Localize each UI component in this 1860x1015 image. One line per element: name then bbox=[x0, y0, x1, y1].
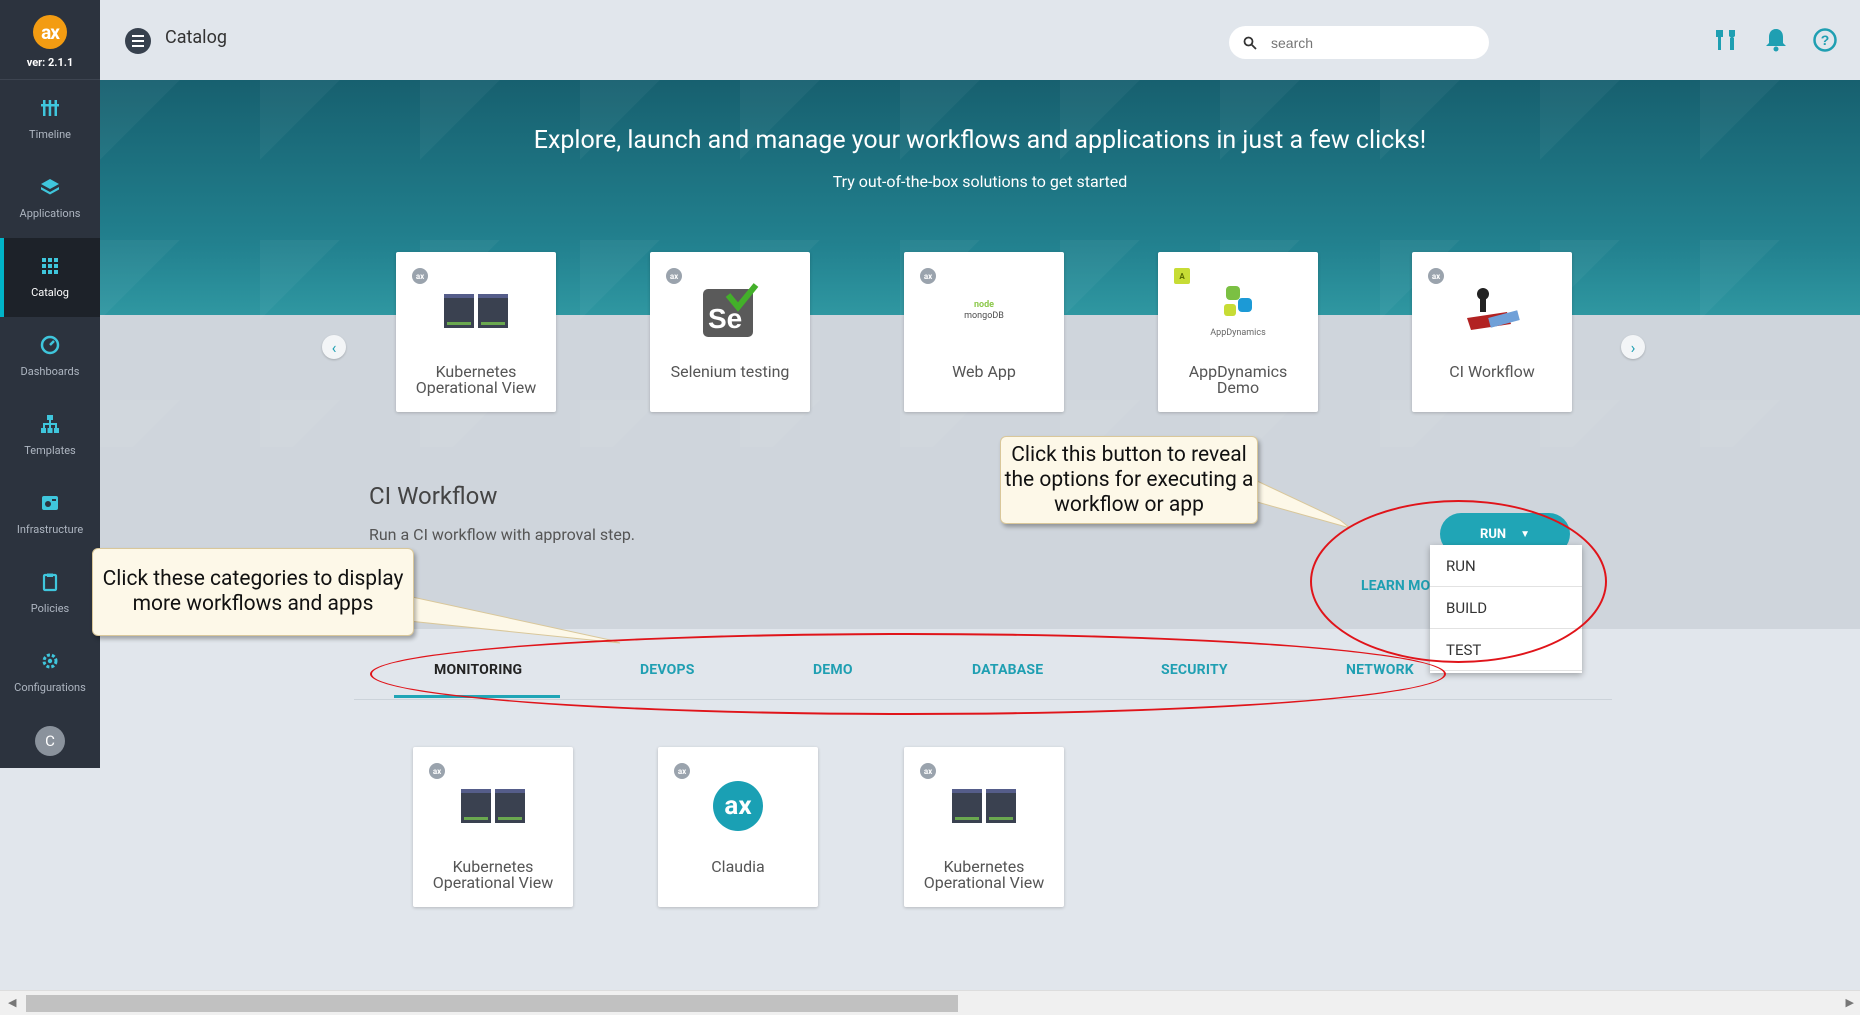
search-input[interactable] bbox=[1269, 33, 1459, 52]
kubernetes-thumbnail bbox=[904, 773, 1064, 838]
search-box[interactable] bbox=[1229, 26, 1489, 59]
chevron-right-icon: › bbox=[1630, 337, 1636, 357]
sidebar-item-label: Templates bbox=[24, 444, 76, 457]
scroll-right-icon[interactable]: ▶ bbox=[1846, 996, 1854, 1009]
appdynamics-logo-text: AppDynamics bbox=[1210, 327, 1266, 338]
run-highlight-ellipse bbox=[1310, 500, 1607, 663]
catalog-icon bbox=[42, 258, 58, 274]
sidebar-item-applications[interactable]: Applications bbox=[0, 159, 100, 238]
card-label: AppDynamics Demo bbox=[1188, 362, 1288, 397]
claudia-logo: ax bbox=[658, 773, 818, 838]
infrastructure-icon bbox=[42, 496, 58, 510]
catalog-card-appdynamics[interactable]: A AppDynamics AppDynamics Demo bbox=[1158, 252, 1318, 412]
page-title: Catalog bbox=[165, 27, 227, 48]
chevron-left-icon: ‹ bbox=[331, 337, 337, 357]
catalog-card-ci-workflow[interactable]: ax CI Workflow bbox=[1412, 252, 1572, 412]
sidebar-item-label: Infrastructure bbox=[16, 523, 84, 536]
configurations-icon bbox=[42, 653, 58, 669]
applications-icon bbox=[41, 179, 59, 195]
categories-callout: Click these categories to display more w… bbox=[92, 548, 414, 636]
sidebar-item-label: Applications bbox=[19, 207, 81, 220]
sidebar: ax ver: 2.1.1 Timeline Applications Cata… bbox=[0, 0, 100, 768]
sidebar-item-label: Dashboards bbox=[20, 365, 80, 378]
detail-title: CI Workflow bbox=[369, 482, 498, 510]
kubernetes-thumbnail bbox=[413, 773, 573, 838]
ax-logo: ax bbox=[713, 780, 763, 831]
card-label: Kubernetes Operational View bbox=[923, 857, 1045, 892]
node-logo-text: node bbox=[973, 299, 995, 310]
selected-card-pointer bbox=[1483, 427, 1521, 447]
sidebar-item-timeline[interactable]: Timeline bbox=[0, 80, 100, 159]
kubernetes-thumbnail bbox=[396, 278, 556, 343]
horizontal-scrollbar[interactable]: ◀ ▶ bbox=[0, 990, 1860, 1015]
sidebar-item-templates[interactable]: Templates bbox=[0, 396, 100, 475]
timeline-icon bbox=[41, 100, 59, 116]
detail-description: Run a CI workflow with approval step. bbox=[369, 525, 636, 544]
bell-icon[interactable] bbox=[1762, 26, 1790, 54]
catalog-card-selenium[interactable]: ax Se Selenium testing bbox=[650, 252, 810, 412]
carousel-next-button[interactable]: › bbox=[1621, 335, 1645, 359]
policies-icon bbox=[42, 573, 58, 592]
dashboards-icon bbox=[40, 335, 60, 355]
carousel-prev-button[interactable]: ‹ bbox=[322, 335, 346, 359]
sidebar-item-dashboards[interactable]: Dashboards bbox=[0, 317, 100, 396]
scrollbar-thumb[interactable] bbox=[26, 995, 958, 1012]
brand[interactable]: ax ver: 2.1.1 bbox=[0, 0, 100, 80]
card-label: Claudia bbox=[711, 857, 765, 876]
tools-icon[interactable] bbox=[1713, 26, 1741, 54]
hamburger-menu-button[interactable] bbox=[125, 28, 151, 54]
version-label: ver: 2.1.1 bbox=[26, 56, 74, 69]
svg-text:?: ? bbox=[1821, 32, 1830, 48]
sidebar-item-label: Configurations bbox=[14, 681, 86, 694]
sidebar-item-label: Policies bbox=[30, 602, 70, 615]
selenium-logo: Se bbox=[650, 278, 810, 343]
card-label: Web App bbox=[952, 362, 1016, 381]
hero-title: Explore, launch and manage your workflow… bbox=[533, 126, 1427, 155]
card-label: Kubernetes Operational View bbox=[432, 857, 554, 892]
card-label: CI Workflow bbox=[1449, 362, 1535, 381]
appdynamics-logo: AppDynamics bbox=[1158, 278, 1318, 343]
search-icon bbox=[1243, 36, 1257, 50]
grid-card-claudia[interactable]: ax ax Claudia bbox=[658, 747, 818, 907]
tabs-highlight-ellipse bbox=[370, 633, 1446, 715]
catalog-card-kubernetes[interactable]: ax Kubernetes Operational View bbox=[396, 252, 556, 412]
help-icon[interactable]: ? bbox=[1811, 26, 1839, 54]
sidebar-item-catalog[interactable]: Catalog bbox=[0, 238, 100, 317]
sidebar-item-infrastructure[interactable]: Infrastructure bbox=[0, 475, 100, 554]
sidebar-item-label: Timeline bbox=[29, 128, 71, 141]
grid-card-kubernetes[interactable]: ax Kubernetes Operational View bbox=[413, 747, 573, 907]
scroll-left-icon[interactable]: ◀ bbox=[8, 996, 16, 1009]
catalog-card-web-app[interactable]: ax node mongoDB Web App bbox=[904, 252, 1064, 412]
approval-stamp-icon bbox=[1412, 278, 1572, 343]
ax-logo: ax bbox=[33, 15, 67, 49]
mongodb-logo-text: mongoDB bbox=[964, 310, 1004, 321]
run-callout: Click this button to reveal the options … bbox=[1000, 436, 1258, 524]
hero-subtitle: Try out-of-the-box solutions to get star… bbox=[832, 172, 1128, 191]
card-label: Kubernetes Operational View bbox=[415, 362, 537, 397]
sidebar-item-configurations[interactable]: Configurations bbox=[0, 633, 100, 712]
top-bar: Catalog ? bbox=[100, 0, 1860, 80]
sidebar-item-label: Catalog bbox=[31, 286, 69, 299]
avatar[interactable]: C bbox=[35, 726, 65, 756]
web-app-logo: node mongoDB bbox=[904, 278, 1064, 343]
templates-icon bbox=[41, 415, 59, 433]
card-label: Selenium testing bbox=[670, 362, 790, 381]
grid-card-kubernetes-2[interactable]: ax Kubernetes Operational View bbox=[904, 747, 1064, 907]
sidebar-item-policies[interactable]: Policies bbox=[0, 554, 100, 633]
